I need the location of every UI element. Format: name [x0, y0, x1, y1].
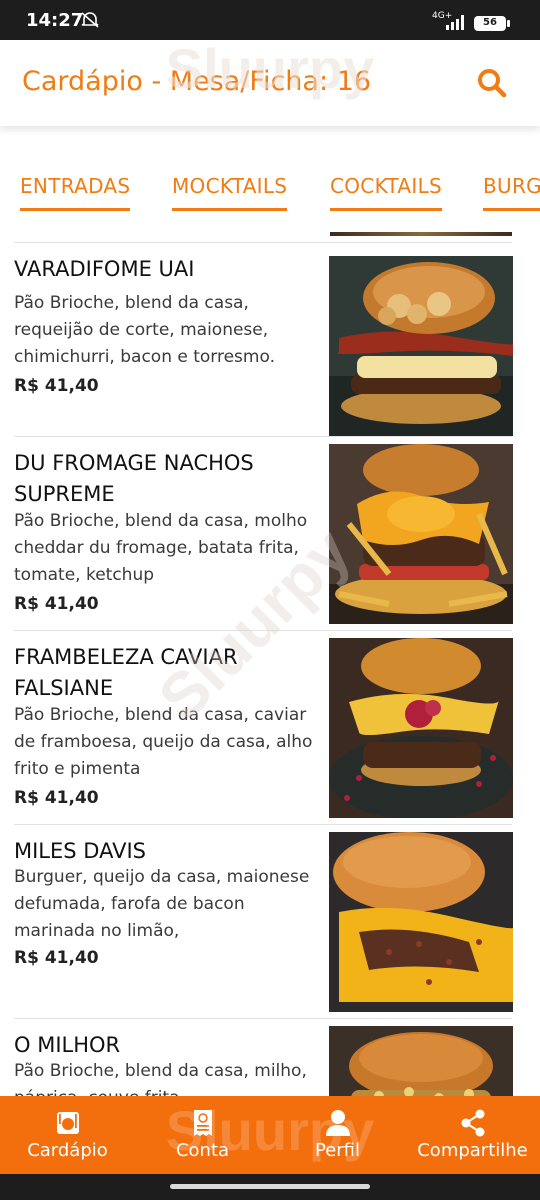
nav-cardapio[interactable]: Cardápio [0, 1096, 135, 1174]
nav-perfil[interactable]: Perfil [270, 1096, 405, 1174]
item-name: DU FROMAGE NACHOS SUPREME [14, 451, 254, 506]
menu-item[interactable]: VARADIFOME UAI Pão Brioche, blend da cas… [0, 242, 540, 436]
item-description: Pão Brioche, blend da casa, requeijão de… [14, 293, 275, 367]
item-price: R$ 41,40 [14, 594, 99, 614]
mute-icon [81, 12, 99, 28]
tab-mocktails[interactable]: MOCKTAILS [172, 174, 288, 211]
previous-item-photo-edge [330, 232, 512, 236]
tab-underline [172, 208, 288, 211]
burger-photo-icon [329, 444, 513, 624]
system-navigation-bar [0, 1174, 540, 1200]
divider [14, 436, 512, 437]
item-photo[interactable] [329, 832, 513, 1012]
burger-photo-icon [329, 1026, 513, 1096]
bottom-navigation: Cardápio Conta Perfil Compartilhe [0, 1096, 540, 1174]
tab-underline [483, 208, 540, 211]
divider [14, 1018, 512, 1019]
menu-item[interactable]: FRAMBELEZA CAVIAR FALSIANE Pão Brioche, … [0, 630, 540, 824]
item-name: MILES DAVIS [14, 839, 146, 863]
item-photo[interactable] [329, 638, 513, 818]
tab-label: MOCKTAILS [172, 174, 288, 198]
tab-cocktails[interactable]: COCKTAILS [330, 174, 443, 211]
item-description: Burguer, queijo da casa, maionese defuma… [14, 867, 310, 941]
item-price: R$ 41,40 [14, 788, 99, 808]
page-title: Cardápio - Mesa/Ficha: 16 [22, 66, 371, 97]
tab-label: COCKTAILS [330, 174, 443, 198]
menu-dish-icon [56, 1112, 79, 1134]
nav-compartilhe[interactable]: Compartilhe [405, 1096, 540, 1174]
item-name: VARADIFOME UAI [14, 257, 195, 281]
nav-label: Compartilhe [417, 1140, 528, 1161]
item-description: Pão Brioche, blend da casa, molho chedda… [14, 511, 308, 585]
status-time: 14:27 [26, 10, 84, 31]
user-icon [325, 1110, 350, 1136]
nav-label: Cardápio [27, 1140, 108, 1161]
item-price: R$ 41,40 [14, 376, 99, 396]
tab-burgers[interactable]: BURGERS [483, 174, 540, 211]
burger-photo-icon [329, 832, 513, 1012]
tab-label: BURGERS [483, 174, 540, 198]
tab-entradas[interactable]: ENTRADAS [20, 174, 131, 211]
status-bar: 14:27 4G+ 56 [0, 0, 540, 40]
app-header: Cardápio - Mesa/Ficha: 16 [0, 40, 540, 126]
tab-label: ENTRADAS [20, 174, 131, 198]
item-description: Pão Brioche, blend da casa, caviar de fr… [14, 705, 313, 779]
battery-level: 56 [474, 16, 506, 31]
menu-item[interactable]: O MILHOR Pão Brioche, blend da casa, mil… [0, 1018, 540, 1096]
app-screen: 14:27 4G+ 56 Cardápio - Mesa/Ficha: 16 E… [0, 0, 540, 1200]
menu-item[interactable]: DU FROMAGE NACHOS SUPREME Pão Brioche, b… [0, 436, 540, 630]
tab-underline [20, 208, 131, 211]
battery-icon [507, 20, 510, 27]
signal-icon [446, 15, 464, 30]
burger-photo-icon [329, 638, 513, 818]
item-photo[interactable] [329, 444, 513, 624]
item-photo[interactable] [329, 256, 513, 436]
divider [14, 824, 512, 825]
item-name: FRAMBELEZA CAVIAR FALSIANE [14, 645, 238, 700]
divider [14, 242, 512, 243]
menu-list[interactable]: VARADIFOME UAI Pão Brioche, blend da cas… [0, 232, 540, 1096]
nav-conta[interactable]: Conta [135, 1096, 270, 1174]
item-name: O MILHOR [14, 1033, 121, 1057]
item-description: Pão Brioche, blend da casa, milho, pápri… [14, 1061, 307, 1096]
item-photo[interactable] [329, 1026, 513, 1096]
nav-label: Perfil [314, 1140, 361, 1161]
divider [14, 630, 512, 631]
item-price: R$ 41,40 [14, 948, 99, 968]
burger-photo-icon [329, 256, 513, 436]
nav-label: Conta [175, 1140, 230, 1161]
search-icon[interactable] [472, 64, 512, 104]
home-gesture-handle[interactable] [170, 1184, 370, 1189]
category-tabs: ENTRADAS MOCKTAILS COCKTAILS BURGERS [0, 160, 540, 216]
menu-item[interactable]: MILES DAVIS Burguer, queijo da casa, mai… [0, 824, 540, 1018]
tab-underline [330, 208, 443, 211]
share-icon [461, 1109, 484, 1137]
bill-icon [193, 1110, 212, 1136]
